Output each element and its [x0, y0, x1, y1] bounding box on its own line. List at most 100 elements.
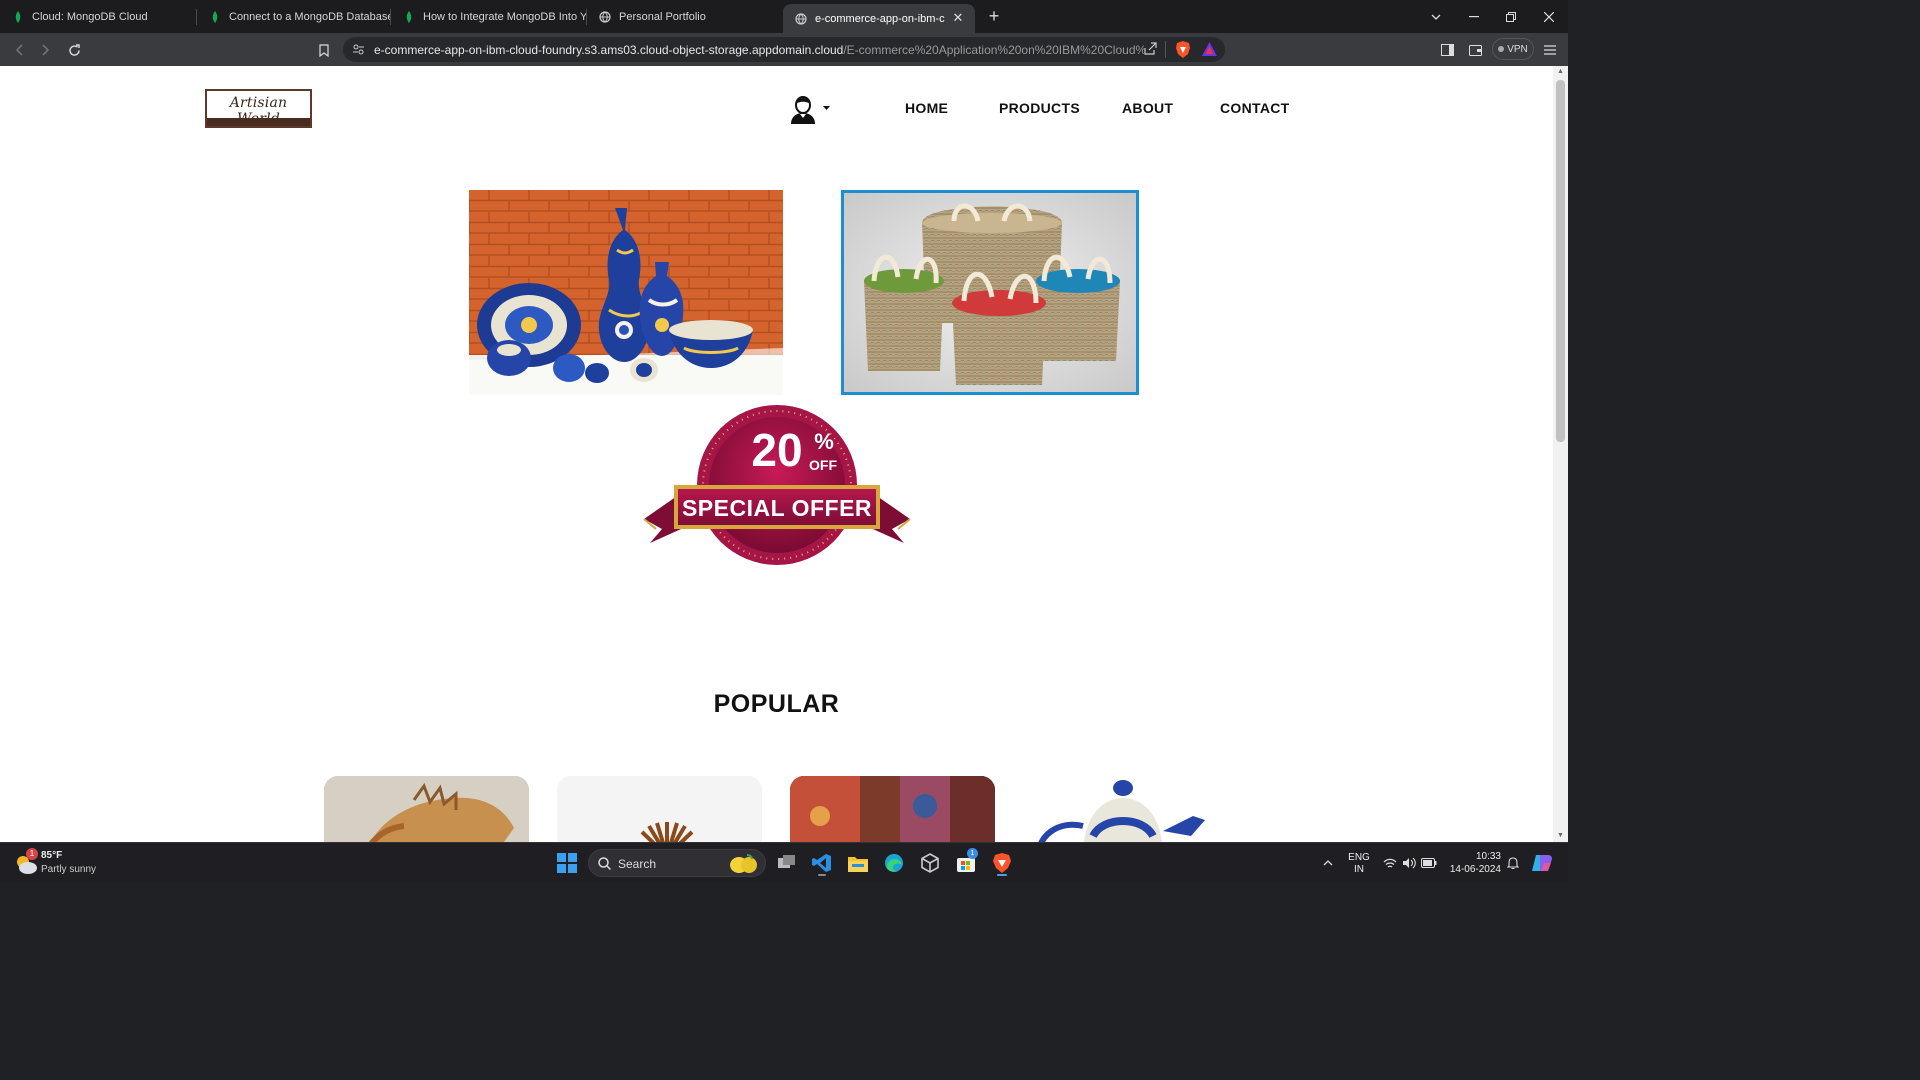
- pottery-illustration: [469, 190, 783, 395]
- weather-condition: Partly sunny: [41, 864, 97, 875]
- scroll-down-icon[interactable]: ▼: [1556, 832, 1565, 840]
- popular-card-painted-toys[interactable]: [790, 776, 995, 842]
- windows-taskbar: 1 85°F Partly sunny Search 1 ENG IN 10:3…: [0, 842, 1568, 882]
- forward-icon[interactable]: [36, 40, 56, 60]
- notification-bell-icon[interactable]: [1500, 850, 1526, 876]
- task-view-icon[interactable]: [774, 850, 800, 876]
- offer-label-text: SPECIAL OFFER: [682, 495, 872, 521]
- active-app-indicator: [997, 874, 1007, 876]
- store-badge: 1: [967, 848, 978, 859]
- language-indicator[interactable]: ENG IN: [1345, 852, 1373, 875]
- restore-icon[interactable]: [1492, 0, 1530, 33]
- search-icon: [598, 857, 612, 875]
- vpn-button[interactable]: VPN: [1492, 38, 1534, 60]
- brave-shields-icon[interactable]: [1175, 41, 1191, 63]
- wallet-icon[interactable]: [1465, 40, 1485, 60]
- search-highlight-lemons-icon: [729, 852, 759, 881]
- new-tab-icon[interactable]: +: [984, 6, 1004, 26]
- woven-baskets-image[interactable]: [841, 190, 1139, 395]
- brave-browser-icon[interactable]: [989, 850, 1015, 876]
- battery-icon[interactable]: [1416, 850, 1442, 876]
- clock[interactable]: 10:33 14-06-2024: [1443, 851, 1501, 875]
- tab-connect-mongodb[interactable]: Connect to a MongoDB Database Us: [197, 0, 390, 33]
- site-logo[interactable]: Artisian World: [205, 89, 312, 128]
- blue-pottery-image[interactable]: [469, 190, 783, 395]
- wooden-fan-image: [557, 776, 762, 842]
- browser-toolbar: e-commerce-app-on-ibm-cloud-foundry.s3.a…: [0, 33, 1568, 66]
- globe-icon: [795, 12, 807, 25]
- menu-hamburger-icon[interactable]: [1540, 40, 1560, 60]
- tab-title: Personal Portfolio: [619, 10, 706, 23]
- tray-chevron-up-icon[interactable]: [1315, 850, 1341, 876]
- vscode-icon[interactable]: [809, 850, 835, 876]
- logo-underline-bar: [207, 118, 310, 126]
- mongodb-leaf-icon: [12, 10, 24, 23]
- url-path: /E-commerce%20Application%20on%20IBM%20C…: [843, 43, 1144, 57]
- mongodb-leaf-icon: [209, 10, 221, 23]
- painted-toys-image: [790, 776, 995, 842]
- tab-mongodb-cloud[interactable]: Cloud: MongoDB Cloud: [0, 0, 196, 33]
- browser-tab-bar: Cloud: MongoDB Cloud Connect to a MongoD…: [0, 0, 1568, 33]
- popular-section-title: POPULAR: [713, 690, 840, 718]
- nav-about-link[interactable]: ABOUT: [1122, 100, 1173, 116]
- share-icon[interactable]: [1143, 42, 1157, 61]
- baskets-illustration: [844, 193, 1136, 392]
- offer-off-text: OFF: [809, 457, 837, 473]
- url-text: e-commerce-app-on-ibm-cloud-foundry.s3.a…: [374, 43, 1144, 57]
- special-offer-badge[interactable]: 20 % OFF SPECIAL OFFER: [640, 403, 914, 567]
- bookmark-icon[interactable]: [314, 40, 334, 60]
- search-label: Search: [618, 857, 657, 871]
- microsoft-store-icon[interactable]: 1: [953, 848, 979, 876]
- edge-browser-icon[interactable]: [881, 850, 907, 876]
- brave-rewards-icon[interactable]: [1202, 42, 1217, 61]
- tab-title: e-commerce-app-on-ibm-cloud: [815, 12, 945, 25]
- url-host: e-commerce-app-on-ibm-cloud-foundry.s3.a…: [374, 43, 844, 57]
- popular-card-wooden-headdress[interactable]: [324, 776, 529, 842]
- weather-widget[interactable]: 1 85°F Partly sunny: [14, 848, 114, 878]
- scroll-thumb[interactable]: [1556, 80, 1565, 442]
- site-settings-icon[interactable]: [352, 43, 365, 61]
- close-tab-icon[interactable]: ✕: [951, 11, 965, 25]
- nav-products-link[interactable]: PRODUCTS: [999, 100, 1080, 116]
- back-icon[interactable]: [9, 40, 29, 60]
- mongodb-leaf-icon: [403, 10, 415, 23]
- copilot-icon[interactable]: [1529, 850, 1555, 876]
- windows-start-icon[interactable]: [554, 850, 580, 876]
- user-avatar-icon: [791, 96, 830, 124]
- blue-teapot-image: [1023, 776, 1228, 842]
- weather-temp: 85°F: [41, 850, 63, 861]
- reload-icon[interactable]: [64, 40, 84, 60]
- nav-home-link[interactable]: HOME: [905, 100, 948, 116]
- taskbar-search[interactable]: Search: [588, 849, 766, 877]
- tab-integrate-mongodb[interactable]: How to Integrate MongoDB Into You: [391, 0, 586, 33]
- tab-ecommerce-active[interactable]: e-commerce-app-on-ibm-cloud ✕: [783, 4, 975, 33]
- running-indicator: [818, 874, 826, 876]
- offer-percent-sign: %: [814, 429, 834, 454]
- tab-title: Cloud: MongoDB Cloud: [32, 10, 148, 23]
- close-window-icon[interactable]: [1530, 0, 1568, 33]
- page-viewport: Artisian World HOME PRODUCTS ABOUT CONTA…: [0, 66, 1553, 842]
- user-account-dropdown[interactable]: [789, 95, 835, 125]
- address-bar[interactable]: e-commerce-app-on-ibm-cloud-foundry.s3.a…: [343, 37, 1225, 62]
- sidebar-toggle-icon[interactable]: [1437, 40, 1457, 60]
- tab-title: How to Integrate MongoDB Into You: [423, 10, 586, 23]
- globe-icon: [599, 10, 611, 23]
- divider: [1165, 41, 1166, 58]
- wooden-carving-image: [324, 776, 529, 842]
- clock-time: 10:33: [1475, 851, 1501, 862]
- popular-card-wooden-fan[interactable]: [557, 776, 762, 842]
- weather-alert-badge: 1: [26, 848, 38, 860]
- scroll-up-icon[interactable]: ▲: [1556, 68, 1565, 76]
- minimize-icon[interactable]: [1455, 0, 1493, 33]
- file-explorer-icon[interactable]: [845, 850, 871, 876]
- tab-personal-portfolio[interactable]: Personal Portfolio: [587, 0, 780, 33]
- popular-card-blue-teapot[interactable]: [1023, 776, 1228, 842]
- tab-list-chevron-icon[interactable]: [1417, 0, 1455, 33]
- page-scrollbar[interactable]: ▲ ▼: [1553, 66, 1568, 842]
- tab-title: Connect to a MongoDB Database Us: [229, 10, 390, 23]
- offer-badge-graphic: 20 % OFF SPECIAL OFFER: [643, 405, 911, 565]
- nav-contact-link[interactable]: CONTACT: [1220, 100, 1290, 116]
- vpn-label: VPN: [1507, 43, 1528, 55]
- cube-app-icon[interactable]: [917, 850, 943, 876]
- clock-date: 14-06-2024: [1449, 864, 1501, 875]
